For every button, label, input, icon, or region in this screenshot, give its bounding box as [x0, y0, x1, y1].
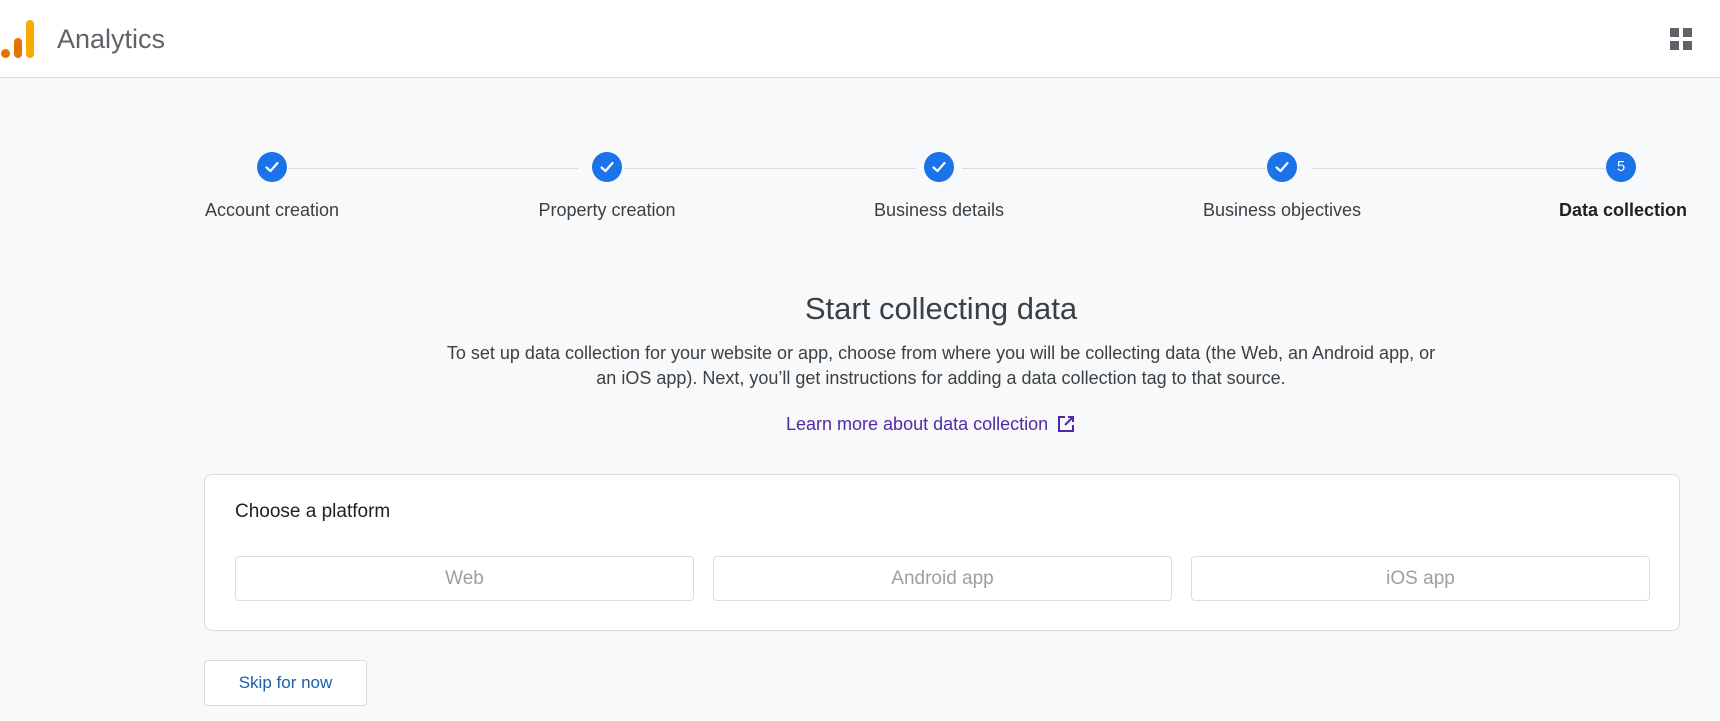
- top-app-bar: Analytics: [0, 0, 1720, 78]
- choose-platform-card: Choose a platform Web Android app iOS ap…: [204, 474, 1680, 631]
- step-label: Account creation: [204, 200, 340, 220]
- check-icon: [1267, 152, 1297, 182]
- step-business-details: Business details: [839, 150, 1039, 221]
- logo-dot: [1, 49, 10, 58]
- step-property-creation: Property creation: [507, 150, 707, 221]
- logo-bar-short: [14, 38, 22, 58]
- step-number-badge: 5: [1606, 152, 1636, 182]
- learn-more-link[interactable]: Learn more about data collection: [786, 412, 1076, 436]
- check-icon: [924, 152, 954, 182]
- learn-more-link-label: Learn more about data collection: [786, 414, 1049, 434]
- check-icon: [257, 152, 287, 182]
- platform-web-button[interactable]: Web: [235, 556, 694, 601]
- logo-bar-tall: [26, 20, 34, 58]
- app-title: Analytics: [57, 24, 166, 54]
- step-label: Property creation: [538, 200, 676, 220]
- analytics-logo-icon[interactable]: [0, 20, 36, 58]
- check-icon: [592, 152, 622, 182]
- step-label: Business details: [873, 200, 1005, 220]
- apps-grid-icon[interactable]: [1670, 28, 1694, 52]
- setup-stepper: Account creation Property creation Busin…: [0, 150, 1720, 230]
- platform-android-button[interactable]: Android app: [713, 556, 1172, 601]
- step-account-creation: Account creation: [172, 150, 372, 221]
- step-label: Business objectives: [1202, 200, 1362, 220]
- platform-ios-button[interactable]: iOS app: [1191, 556, 1650, 601]
- step-business-objectives: Business objectives: [1182, 150, 1382, 221]
- page-description: To set up data collection for your websi…: [446, 343, 1436, 388]
- skip-for-now-button[interactable]: Skip for now: [204, 660, 367, 706]
- step-label-current: Data collection: [1559, 200, 1688, 220]
- step-data-collection: 5 Data collection: [1520, 150, 1720, 221]
- card-title: Choose a platform: [235, 501, 391, 522]
- open-in-new-icon: [1058, 416, 1075, 432]
- page-title: Start collecting data: [804, 291, 1078, 326]
